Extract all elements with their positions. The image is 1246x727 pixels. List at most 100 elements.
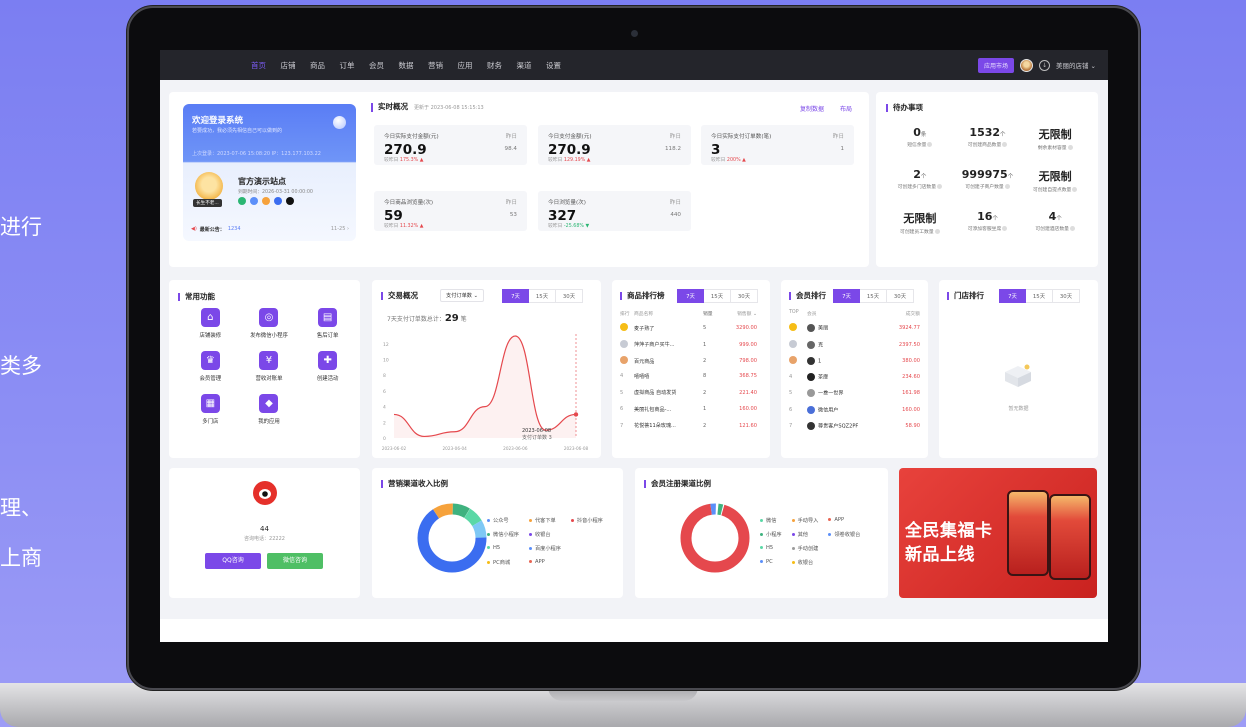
function-shortcut[interactable]: ♛ 会员管理 bbox=[181, 351, 240, 382]
notice-bar[interactable]: ◀) 最新公告： 1234 11-25 › bbox=[191, 226, 349, 233]
mini-program-icon: ◎ bbox=[259, 308, 279, 327]
wechat-icon[interactable] bbox=[238, 197, 246, 205]
goods-rank-row[interactable]: 萍萍子商户买牛... 1 999.00 bbox=[620, 339, 757, 350]
nav-item-channels[interactable]: 渠道 bbox=[517, 60, 532, 71]
member-rank-row[interactable]: 4 茶靡 234.60 bbox=[789, 372, 920, 381]
nav-item-goods[interactable]: 商品 bbox=[310, 60, 325, 71]
layout-link[interactable]: 布局 bbox=[840, 104, 852, 113]
tab-7d[interactable]: 7天 bbox=[677, 289, 704, 303]
goods-name: 花悦荟11朵玫瑰... bbox=[634, 423, 676, 429]
member-name: 美丽 bbox=[807, 324, 886, 332]
tab-30d[interactable]: 30天 bbox=[731, 289, 758, 303]
goods-rank-row[interactable]: 6 美丽礼包商品-... 1 160.00 bbox=[620, 406, 757, 413]
help-icon[interactable] bbox=[927, 142, 933, 147]
function-shortcut[interactable]: ◆ 我的应用 bbox=[240, 394, 299, 425]
realtime-title: 实时概况 更新于 2023-06-08 15:15:13 bbox=[371, 103, 484, 112]
promo-banner[interactable]: 全民集福卡 新品上线 bbox=[899, 468, 1097, 598]
nav-item-home[interactable]: 首页 bbox=[251, 60, 266, 71]
nav-item-finance[interactable]: 财务 bbox=[487, 60, 502, 71]
functions-card: 常用功能 ⌂ 店铺装修 ◎ 发布微信小程序 ▤ 售后订单 ♛ 会员管理 ¥ 营收对账单 ✚ 创建活动 ▦… bbox=[169, 280, 360, 458]
goods-rank-row[interactable]: 麦子熟了 5 3290.00 bbox=[620, 323, 757, 333]
store-rank-card: 门店排行 7天 15天 30天 暂无数据 bbox=[939, 280, 1098, 458]
tab-15d[interactable]: 15天 bbox=[860, 289, 887, 303]
member-amount: 58.90 bbox=[905, 423, 920, 429]
nav-item-marketing[interactable]: 营销 bbox=[428, 60, 443, 71]
help-icon[interactable] bbox=[934, 229, 940, 234]
nav-item-apps[interactable]: 应用 bbox=[458, 60, 473, 71]
side-text: 上商 bbox=[0, 546, 42, 570]
nav-item-orders[interactable]: 订单 bbox=[340, 60, 355, 71]
member-rank-row[interactable]: 克 2397.50 bbox=[789, 339, 920, 350]
function-shortcut[interactable]: ◎ 发布微信小程序 bbox=[240, 308, 299, 339]
store-rank-title: 门店排行 bbox=[947, 292, 984, 300]
nav-item-store[interactable]: 店铺 bbox=[281, 60, 296, 71]
promo-phone-image bbox=[1049, 494, 1091, 580]
help-icon[interactable] bbox=[937, 184, 943, 189]
help-icon[interactable] bbox=[1069, 226, 1075, 231]
member-icon: ♛ bbox=[200, 351, 220, 370]
nav-item-data[interactable]: 数据 bbox=[399, 60, 414, 71]
welcome-title: 欢迎登录系统 bbox=[192, 116, 244, 126]
empty-box-icon bbox=[1005, 364, 1031, 387]
member-rank-row[interactable]: 5 一叁一世界 161.98 bbox=[789, 389, 920, 397]
sort-sales-button[interactable]: 销售额 ⌄ bbox=[723, 310, 757, 317]
download-icon[interactable]: ↓ bbox=[1038, 59, 1050, 71]
stat-card: 今日浏览量(次) 昨日 327 440 较昨日 -25.68% ▼ bbox=[538, 191, 691, 231]
function-shortcut[interactable]: ⌂ 店铺装修 bbox=[181, 308, 240, 339]
function-shortcut[interactable]: ▦ 多门店 bbox=[181, 394, 240, 425]
nav-item-settings[interactable]: 设置 bbox=[546, 60, 561, 71]
notice-value: 1234 bbox=[227, 226, 241, 232]
douyin-icon[interactable] bbox=[286, 197, 294, 205]
help-icon[interactable] bbox=[1002, 226, 1008, 231]
user-avatar[interactable] bbox=[1019, 58, 1033, 72]
member-avatar bbox=[807, 422, 815, 430]
rank-number: 6 bbox=[789, 406, 793, 413]
member-rank-row[interactable]: 美丽 3924.77 bbox=[789, 323, 920, 333]
tab-15d[interactable]: 15天 bbox=[1026, 289, 1053, 303]
tab-30d[interactable]: 30天 bbox=[887, 289, 914, 303]
member-amount: 380.00 bbox=[902, 358, 920, 364]
tab-7d[interactable]: 7天 bbox=[833, 289, 860, 303]
member-rank-row[interactable]: 1 380.00 bbox=[789, 356, 920, 366]
goods-rank-row[interactable]: 5 虚拟商品 自动发货 2 221.40 bbox=[620, 389, 757, 397]
tab-7d[interactable]: 7天 bbox=[999, 289, 1026, 303]
help-icon[interactable] bbox=[1004, 184, 1010, 189]
h5-icon[interactable] bbox=[262, 197, 270, 205]
tab-15d[interactable]: 15天 bbox=[704, 289, 731, 303]
qq-consult-button[interactable]: QQ咨询 bbox=[205, 553, 261, 569]
goods-rank-row[interactable]: 4 嘻嘻嘻 8 368.75 bbox=[620, 373, 757, 380]
x-tick-label: 2023-06-08 bbox=[564, 446, 589, 451]
legend-item: 收银台 bbox=[529, 531, 561, 538]
pc-icon[interactable] bbox=[274, 197, 282, 205]
goods-rank-row[interactable]: 百元商品 2 798.00 bbox=[620, 356, 757, 366]
rank-number: 5 bbox=[620, 389, 624, 396]
member-rank-card: 会员排行 7天 15天 30天 TOP 会员 成交额 美丽 3924.77 克 239… bbox=[781, 280, 928, 458]
goods-rank-row[interactable]: 7 花悦荟11朵玫瑰... 2 121.60 bbox=[620, 422, 757, 430]
last-login-info: 上次登录：2023-07-06 15:08:20 IP：123.177.103.… bbox=[192, 151, 321, 157]
function-shortcut[interactable]: ¥ 营收对账单 bbox=[240, 351, 299, 382]
help-icon[interactable] bbox=[1002, 142, 1008, 147]
member-rank-row[interactable]: 6 微信用户 160.00 bbox=[789, 405, 920, 414]
store-avatar bbox=[195, 172, 223, 200]
consult-count: 44 bbox=[260, 525, 269, 533]
member-name: 克 bbox=[807, 340, 886, 349]
function-shortcut[interactable]: ✚ 创建活动 bbox=[298, 351, 357, 382]
member-rank-row[interactable]: 7 尊贵客户SQZ2PF 58.90 bbox=[789, 422, 920, 430]
wechat-consult-button[interactable]: 微信咨询 bbox=[267, 553, 323, 569]
member-name: 尊贵客户SQZ2PF bbox=[807, 422, 886, 430]
marketing-income-title: 营销渠道收入比例 bbox=[381, 480, 448, 488]
data-point[interactable] bbox=[573, 412, 579, 417]
shop-switcher[interactable]: 美丽的店铺 ⌄ bbox=[1056, 60, 1096, 70]
miniprogram-icon[interactable] bbox=[250, 197, 258, 205]
tab-30d[interactable]: 30天 bbox=[1053, 289, 1080, 303]
function-shortcut[interactable]: ▤ 售后订单 bbox=[298, 308, 357, 339]
nav-item-members[interactable]: 会员 bbox=[369, 60, 384, 71]
app-market-button[interactable]: 应用市场 bbox=[977, 57, 1014, 73]
goods-name: 美丽礼包商品-... bbox=[634, 406, 672, 413]
y-tick-label: 6 bbox=[383, 389, 386, 395]
help-icon[interactable] bbox=[1067, 145, 1073, 150]
realtime-updated: 更新于 2023-06-08 15:15:13 bbox=[414, 105, 484, 111]
help-icon[interactable] bbox=[1072, 187, 1078, 192]
copy-data-link[interactable]: 复制数据 bbox=[800, 104, 824, 113]
y-tick-label: 4 bbox=[383, 405, 386, 411]
